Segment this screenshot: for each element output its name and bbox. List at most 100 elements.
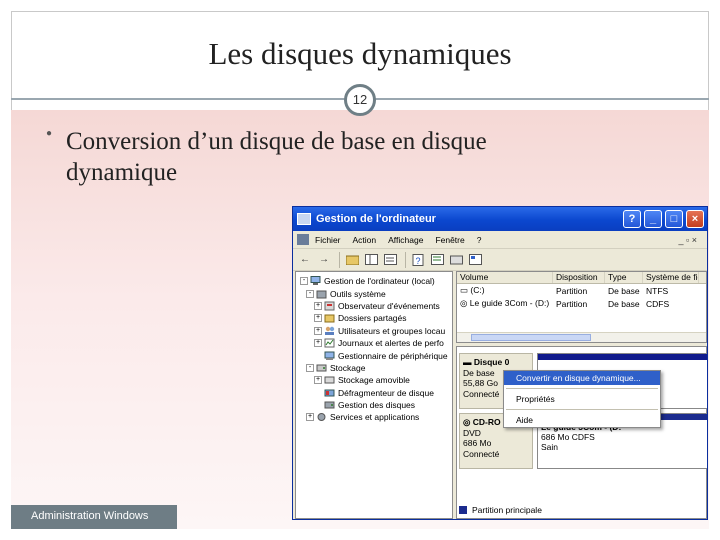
disk-icon: ▬ xyxy=(463,357,474,367)
toolbar-separator xyxy=(405,251,406,268)
performance-icon xyxy=(324,338,335,348)
expand-toggle[interactable]: + xyxy=(314,326,322,335)
legend-label: Partition principale xyxy=(472,505,542,515)
minimize-button[interactable]: _ xyxy=(644,210,662,228)
tree-node-computer-management[interactable]: - Gestion de l'ordinateur (local) xyxy=(298,275,452,287)
svg-text:?: ? xyxy=(415,256,420,266)
tree-label: Défragmenteur de disque xyxy=(338,387,434,398)
console-tree-icon[interactable] xyxy=(363,252,379,268)
collapse-toggle[interactable]: - xyxy=(306,363,314,372)
event-viewer-icon xyxy=(324,301,335,311)
menu-item-properties[interactable]: Propriétés xyxy=(504,392,660,406)
maximize-button[interactable]: □ xyxy=(665,210,683,228)
slide-title: Les disques dynamiques xyxy=(208,36,512,71)
disk-0-name: ▬ Disque 0 xyxy=(463,357,529,368)
cdrom-type: DVD xyxy=(463,427,481,438)
tree-node-storage[interactable]: - Stockage xyxy=(298,362,452,374)
cdrom-status: Connecté xyxy=(463,448,500,459)
horizontal-scrollbar[interactable] xyxy=(457,332,706,342)
tree-node-disk-management[interactable]: Gestion des disques xyxy=(298,399,452,411)
column-header-filesystem[interactable]: Système de fichi xyxy=(643,272,699,283)
tree-node-services-applications[interactable]: + Services et applications xyxy=(298,411,452,423)
menu-separator xyxy=(506,388,658,389)
disk-name-text: CD-RO xyxy=(472,417,501,427)
tree-label: Dossiers partagés xyxy=(338,313,407,324)
column-header-type[interactable]: Type xyxy=(605,272,643,283)
tree-label: Gestion de l'ordinateur (local) xyxy=(324,276,435,287)
scrollbar-thumb[interactable] xyxy=(471,334,591,341)
tree-node-local-users[interactable]: + Utilisateurs et groupes locau xyxy=(298,325,452,337)
users-icon xyxy=(324,326,335,336)
cell-text: (C:) xyxy=(470,285,485,295)
cd-icon: ◎ xyxy=(463,417,473,427)
app-icon xyxy=(297,213,311,225)
properties-icon[interactable] xyxy=(382,252,398,268)
menu-fichier[interactable]: Fichier xyxy=(315,235,341,245)
back-icon[interactable]: ← xyxy=(297,252,313,268)
menu-item-convert-dynamic[interactable]: Convertir en disque dynamique... xyxy=(504,371,660,385)
list-header: Volume Disposition Type Système de fichi xyxy=(457,272,706,284)
window-title: Gestion de l'ordinateur xyxy=(316,213,436,225)
title-bar[interactable]: Gestion de l'ordinateur ? _ □ × xyxy=(293,207,707,231)
storage-icon xyxy=(316,363,327,373)
disk-settings-icon[interactable] xyxy=(448,252,464,268)
filesystem-cell: CDFS xyxy=(646,298,670,309)
tree-label: Stockage xyxy=(330,362,366,373)
console-icon xyxy=(297,234,309,245)
tree-node-shared-folders[interactable]: + Dossiers partagés xyxy=(298,312,452,324)
collapse-toggle[interactable]: - xyxy=(306,289,314,298)
collapse-toggle[interactable]: - xyxy=(300,277,308,286)
column-header-volume[interactable]: Volume xyxy=(457,272,553,283)
shared-folder-icon xyxy=(324,313,335,323)
menu-item-help[interactable]: Aide xyxy=(504,413,660,427)
layout-cell: Partition xyxy=(556,285,588,296)
volume-cell: ▭ (C:) xyxy=(457,285,553,296)
menu-bar: Fichier Action Affichage Fenêtre ? xyxy=(293,231,707,249)
child-window-controls[interactable]: _ ▫ × xyxy=(679,235,697,245)
cell-text: Le guide 3Com - (D:) xyxy=(469,298,550,308)
menu-fenetre[interactable]: Fenêtre xyxy=(435,235,464,245)
tree-node-system-tools[interactable]: - Outils système xyxy=(298,287,452,299)
column-header-layout[interactable]: Disposition xyxy=(553,272,605,283)
export-list-icon[interactable] xyxy=(429,252,445,268)
tree-label: Gestionnaire de périphérique xyxy=(338,350,448,361)
tree-label: Stockage amovible xyxy=(338,375,410,386)
help-button[interactable]: ? xyxy=(623,210,641,228)
expand-toggle[interactable]: + xyxy=(314,339,322,348)
computer-icon xyxy=(310,276,321,286)
tree-node-defragmenter[interactable]: Défragmenteur de disque xyxy=(298,387,452,399)
menu-action[interactable]: Action xyxy=(353,235,377,245)
tree-node-device-manager[interactable]: Gestionnaire de périphérique xyxy=(298,349,452,361)
expand-toggle[interactable]: + xyxy=(314,314,322,323)
tree-node-removable-storage[interactable]: + Stockage amovible xyxy=(298,374,452,386)
bullet-text: Conversion d’un disque de base en disque… xyxy=(66,128,487,186)
cd-icon: ◎ xyxy=(460,298,470,308)
view-icon[interactable] xyxy=(467,252,483,268)
forward-icon[interactable]: → xyxy=(316,252,332,268)
console-tree: - Gestion de l'ordinateur (local) - Outi… xyxy=(295,271,453,519)
up-folder-icon[interactable] xyxy=(344,252,360,268)
menu-affichage[interactable]: Affichage xyxy=(388,235,423,245)
toolbar-separator xyxy=(339,251,340,268)
menu-separator xyxy=(506,409,658,410)
close-button[interactable]: × xyxy=(686,210,704,228)
type-cell: De base xyxy=(608,285,640,296)
tree-node-performance-logs[interactable]: + Journaux et alertes de perfo xyxy=(298,337,452,349)
page-number: 12 xyxy=(344,84,376,116)
expand-toggle[interactable]: + xyxy=(306,413,314,422)
tree-node-event-viewer[interactable]: + Observateur d'événements xyxy=(298,300,452,312)
tree-label: Utilisateurs et groupes locau xyxy=(338,325,446,336)
footer-text: Administration Windows xyxy=(11,505,177,529)
volume-cell: ◎ Le guide 3Com - (D:) xyxy=(457,298,553,309)
expand-toggle[interactable]: + xyxy=(314,301,322,310)
table-row[interactable]: ◎ Le guide 3Com - (D:) Partition De base… xyxy=(457,297,706,310)
table-row[interactable]: ▭ (C:) Partition De base NTFS xyxy=(457,284,706,297)
partition-bar xyxy=(538,354,707,360)
menu-help[interactable]: ? xyxy=(477,235,482,245)
context-menu: Convertir en disque dynamique... Proprié… xyxy=(503,370,661,428)
tree-label: Outils système xyxy=(330,288,386,299)
help-icon[interactable]: ? xyxy=(410,252,426,268)
expand-toggle[interactable]: + xyxy=(314,376,322,385)
tree-label: Gestion des disques xyxy=(338,400,416,411)
cdrom-volume-status: Sain xyxy=(541,442,559,452)
